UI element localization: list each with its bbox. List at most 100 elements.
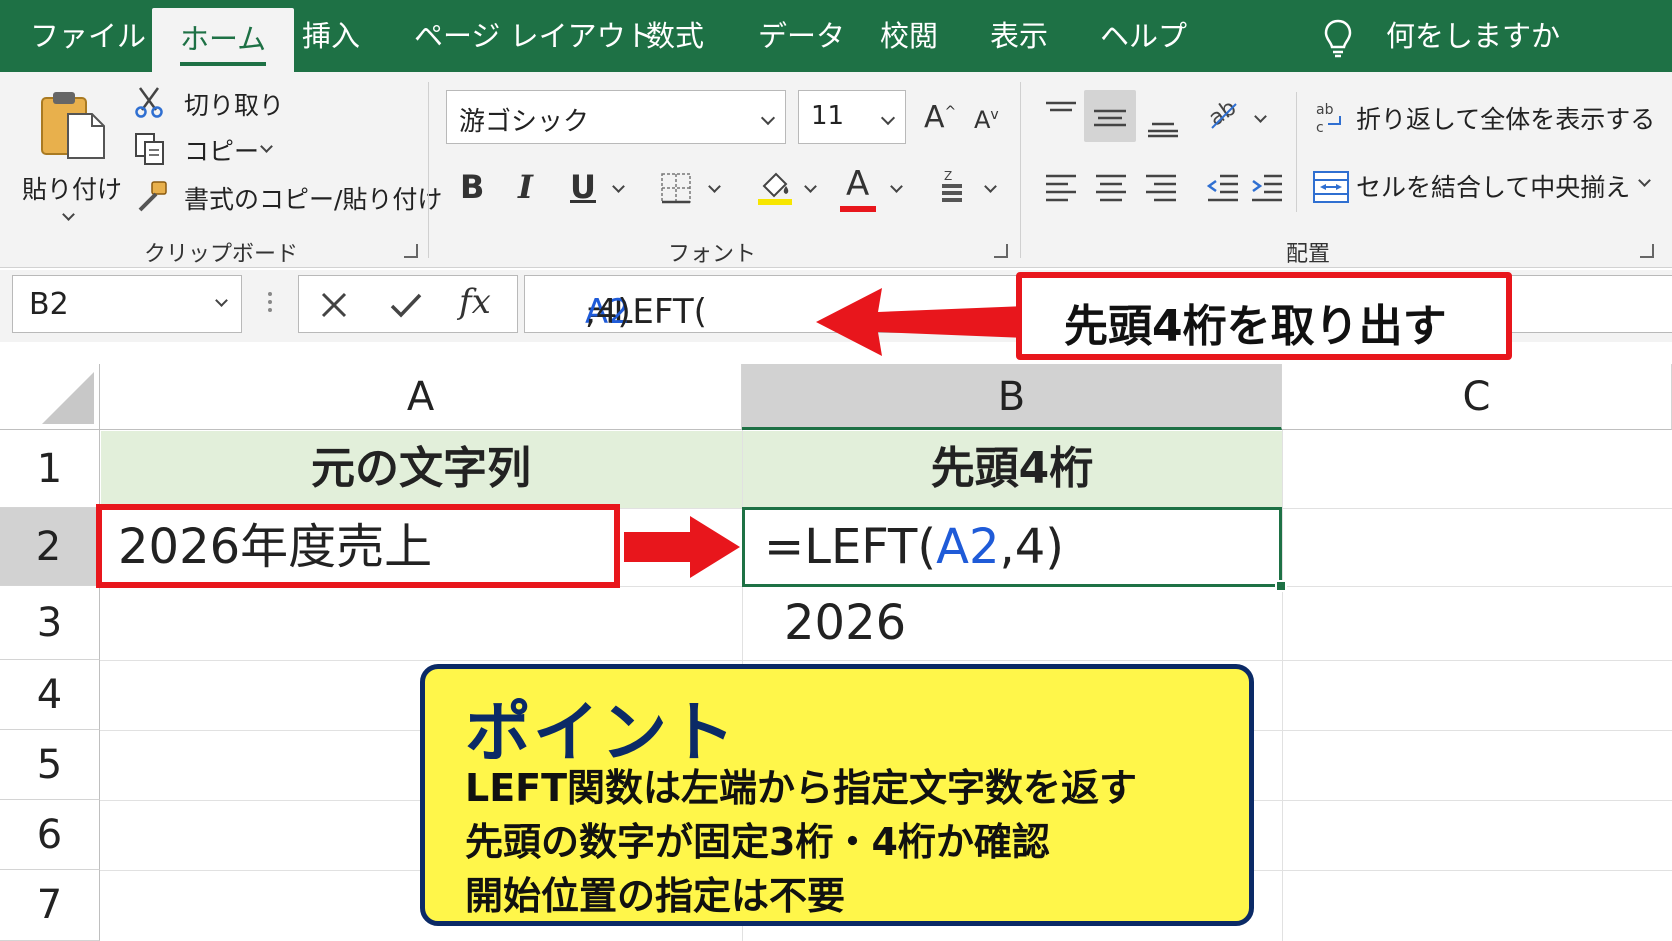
underline-button[interactable]: U: [570, 168, 596, 206]
svg-text:ab: ab: [1316, 102, 1334, 118]
paste-icon[interactable]: [38, 88, 108, 160]
gridline: [1282, 430, 1283, 941]
row-header-4[interactable]: 4: [0, 660, 100, 730]
cell-b1[interactable]: 先頭4桁: [742, 430, 1282, 508]
row-header-5[interactable]: 5: [0, 730, 100, 800]
enter-icon[interactable]: [389, 290, 423, 320]
grow-font-icon: A: [924, 100, 945, 135]
excel-window: ファイル ホーム 挿入 ページ レイアウト 数式 データ 校閲 表示 ヘルプ 何…: [0, 0, 1672, 941]
row-header-6[interactable]: 6: [0, 800, 100, 870]
align-middle-icon: [1094, 109, 1126, 127]
align-center-icon[interactable]: [1094, 172, 1128, 204]
formula-suffix: ,4): [585, 292, 631, 332]
column-header-a[interactable]: A: [100, 364, 742, 430]
align-left-icon[interactable]: [1044, 172, 1078, 204]
merge-center-button[interactable]: セルを結合して中央揃え: [1356, 168, 1630, 204]
formula-buttons: fx: [298, 275, 518, 333]
copy-button[interactable]: コピー: [184, 132, 259, 168]
chevron-down-icon[interactable]: [984, 180, 997, 193]
gridline: [100, 660, 1672, 661]
tab-page-layout[interactable]: ページ レイアウト: [414, 14, 655, 58]
cell-b2-reference: A2: [936, 519, 1000, 575]
row-header-3[interactable]: 3: [0, 586, 100, 660]
chevron-down-icon[interactable]: [260, 140, 273, 153]
align-top-icon[interactable]: [1044, 100, 1078, 126]
ribbon-tab-bar: ファイル ホーム 挿入 ページ レイアウト 数式 データ 校閲 表示 ヘルプ 何…: [0, 0, 1672, 72]
row-header-7[interactable]: 7: [0, 870, 100, 941]
format-painter-icon[interactable]: [134, 180, 170, 214]
dialog-launcher-icon[interactable]: [994, 244, 1008, 258]
row-header-2[interactable]: 2: [0, 508, 100, 586]
splitter-handle[interactable]: [268, 292, 272, 296]
fill-color-icon[interactable]: [756, 168, 794, 206]
chevron-down-icon: [215, 294, 228, 307]
format-painter-button[interactable]: 書式のコピー/貼り付け: [184, 180, 442, 216]
ribbon-home: 貼り付け 切り取り コピー 書式のコピー/貼り付け クリップボード 游ゴシック …: [0, 72, 1672, 268]
align-right-icon[interactable]: [1144, 172, 1178, 204]
chevron-down-icon: [880, 110, 896, 126]
merge-center-icon[interactable]: [1312, 170, 1350, 204]
tell-me-search[interactable]: 何をしますか: [1386, 14, 1560, 58]
chevron-down-icon[interactable]: [1638, 174, 1651, 187]
insert-function-icon[interactable]: fx: [459, 282, 491, 322]
select-all-icon: [42, 372, 94, 424]
chevron-down-icon[interactable]: [1254, 110, 1267, 123]
align-middle-button[interactable]: [1084, 90, 1136, 142]
chevron-down-icon: [760, 110, 776, 126]
grow-font-button[interactable]: A^: [924, 100, 956, 135]
italic-button[interactable]: I: [518, 168, 533, 206]
arrow-right-icon: [624, 516, 740, 578]
tab-insert[interactable]: 挿入: [302, 14, 360, 58]
copy-icon[interactable]: [134, 132, 166, 166]
cancel-icon[interactable]: [319, 290, 349, 320]
chevron-down-icon[interactable]: [890, 180, 903, 193]
tab-view[interactable]: 表示: [990, 14, 1048, 58]
dialog-launcher-icon[interactable]: [404, 244, 418, 258]
callout-arrow-icon: [816, 288, 1026, 356]
column-header-c[interactable]: C: [1282, 364, 1672, 430]
wrap-text-icon[interactable]: ab c: [1314, 100, 1348, 134]
lightbulb-icon[interactable]: [1322, 18, 1354, 58]
row-header-1[interactable]: 1: [0, 430, 100, 508]
tab-formulas[interactable]: 数式: [646, 14, 704, 58]
font-size-select[interactable]: 11: [798, 90, 906, 144]
dialog-launcher-icon[interactable]: [1640, 244, 1654, 258]
scissors-icon[interactable]: [134, 86, 164, 118]
point-line-3: 開始位置の指定は不要: [465, 874, 846, 918]
point-line-1: LEFT関数は左端から指定文字数を返す: [465, 766, 1138, 810]
tab-help[interactable]: ヘルプ: [1100, 14, 1187, 58]
bold-button[interactable]: B: [460, 168, 484, 206]
phonetic-guide-icon[interactable]: Z: [938, 168, 966, 206]
chevron-down-icon[interactable]: [708, 180, 721, 193]
tab-file[interactable]: ファイル: [30, 14, 146, 58]
cell-a1[interactable]: 元の文字列: [100, 430, 742, 508]
decrease-indent-icon[interactable]: [1206, 172, 1240, 204]
cell-b3[interactable]: 2026: [784, 586, 906, 660]
cell-a2[interactable]: 2026年度売上: [118, 510, 432, 584]
alignment-group-label: 配置: [1286, 242, 1331, 267]
column-header-b[interactable]: B: [742, 364, 1282, 430]
cut-button[interactable]: 切り取り: [184, 86, 284, 122]
orientation-icon[interactable]: ab: [1206, 98, 1242, 132]
cell-b2-suffix: ,4): [999, 519, 1065, 575]
align-bottom-icon[interactable]: [1146, 112, 1180, 138]
wrap-text-button[interactable]: 折り返して全体を表示する: [1356, 100, 1655, 136]
font-name-select[interactable]: 游ゴシック: [446, 90, 786, 144]
select-all-corner[interactable]: [0, 364, 100, 430]
shrink-font-button[interactable]: Av: [974, 106, 999, 134]
tab-review[interactable]: 校閲: [880, 14, 938, 58]
formula-callout-text: 先頭4桁を取り出す: [1064, 301, 1447, 352]
fill-handle[interactable]: [1275, 580, 1287, 592]
tab-home[interactable]: ホーム: [152, 8, 295, 72]
chevron-down-icon[interactable]: [62, 208, 75, 221]
font-color-icon: A: [846, 164, 870, 204]
paste-button[interactable]: 貼り付け: [22, 170, 122, 206]
chevron-down-icon[interactable]: [804, 180, 817, 193]
font-color-swatch: [840, 206, 876, 212]
chevron-down-icon[interactable]: [612, 180, 625, 193]
borders-icon[interactable]: [660, 172, 692, 204]
tab-data[interactable]: データ: [758, 14, 845, 58]
svg-text:ab: ab: [1206, 98, 1241, 132]
name-box[interactable]: B2: [12, 275, 242, 333]
increase-indent-icon[interactable]: [1250, 172, 1284, 204]
